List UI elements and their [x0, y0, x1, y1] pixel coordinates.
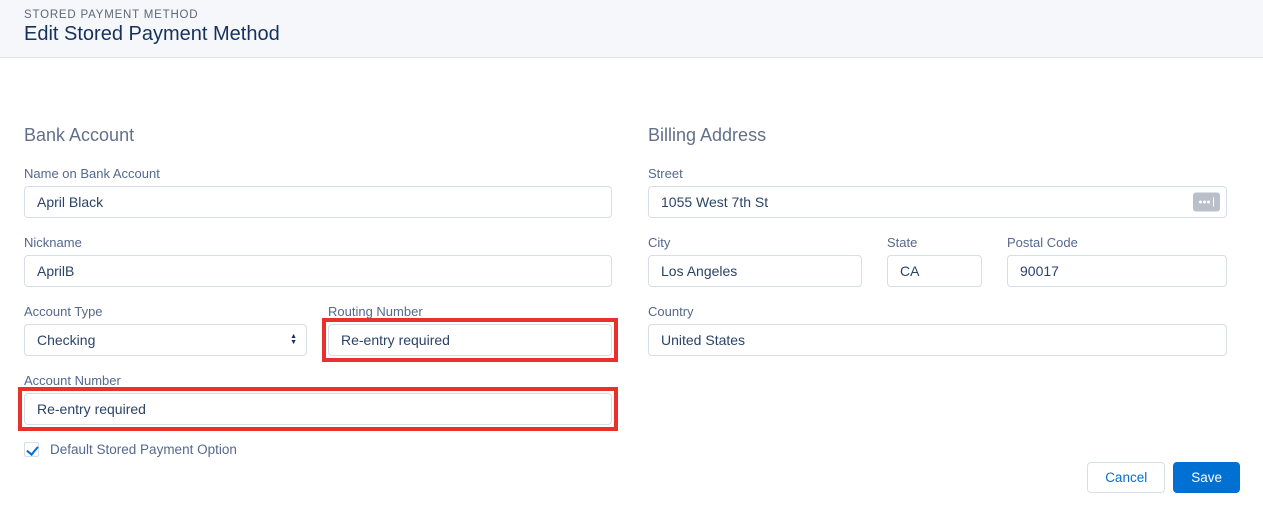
country-label: Country — [648, 304, 1227, 319]
nickname-label: Nickname — [24, 235, 612, 250]
account-type-label: Account Type — [24, 304, 307, 319]
account-number-input[interactable] — [24, 393, 612, 425]
dot — [1199, 201, 1202, 204]
save-button[interactable]: Save — [1173, 462, 1240, 493]
street-input[interactable] — [648, 186, 1227, 218]
postal-code-field: Postal Code — [1007, 235, 1227, 287]
routing-number-field: Routing Number — [328, 304, 612, 356]
default-stored-payment-option-row: Default Stored Payment Option — [24, 442, 612, 457]
billing-address-section-title: Billing Address — [648, 124, 1227, 146]
account-type-field: Account Type Checking ▲ ▼ — [24, 304, 307, 356]
form-actions: Cancel Save — [0, 462, 1263, 518]
account-number-label: Account Number — [24, 373, 612, 388]
routing-number-input[interactable] — [328, 324, 612, 356]
account-type-selected-value: Checking — [37, 332, 95, 348]
name-on-bank-account-input[interactable] — [24, 186, 612, 218]
dot — [1207, 201, 1210, 204]
bank-account-section-title: Bank Account — [24, 124, 612, 146]
select-stepper-icon: ▲ ▼ — [290, 334, 297, 346]
state-field: State — [887, 235, 982, 287]
routing-number-highlight-box — [322, 318, 618, 362]
name-on-bank-account-label: Name on Bank Account — [24, 166, 612, 181]
nickname-input[interactable] — [24, 255, 612, 287]
default-stored-payment-option-checkbox[interactable] — [24, 442, 39, 457]
city-field: City — [648, 235, 862, 287]
nickname-field: Nickname — [24, 235, 612, 287]
caret-down-icon: ▼ — [290, 340, 297, 346]
name-on-bank-account-field: Name on Bank Account — [24, 166, 612, 218]
postal-code-input[interactable] — [1007, 255, 1227, 287]
state-label: State — [887, 235, 982, 250]
city-label: City — [648, 235, 862, 250]
entity-eyebrow: STORED PAYMENT METHOD — [24, 9, 1239, 21]
country-field: Country — [648, 304, 1227, 356]
routing-number-label: Routing Number — [328, 304, 612, 319]
postal-code-label: Postal Code — [1007, 235, 1227, 250]
ellipsis-cursor-icon[interactable] — [1193, 193, 1220, 212]
account-number-highlight-box — [18, 387, 618, 431]
city-input[interactable] — [648, 255, 862, 287]
account-type-select[interactable]: Checking ▲ ▼ — [24, 324, 307, 356]
dot — [1203, 201, 1206, 204]
country-input[interactable] — [648, 324, 1227, 356]
account-number-field: Account Number — [24, 373, 612, 431]
edit-form: Bank Account Name on Bank Account Nickna… — [0, 58, 1263, 462]
state-input[interactable] — [887, 255, 982, 287]
cursor-bar — [1213, 198, 1215, 207]
page-title: Edit Stored Payment Method — [24, 23, 1239, 46]
street-label: Street — [648, 166, 1227, 181]
page-header: STORED PAYMENT METHOD Edit Stored Paymen… — [0, 0, 1263, 58]
billing-address-section: Billing Address Street City State — [648, 124, 1227, 462]
default-stored-payment-option-label: Default Stored Payment Option — [50, 442, 237, 457]
bank-account-section: Bank Account Name on Bank Account Nickna… — [24, 124, 612, 462]
street-field: Street — [648, 166, 1227, 218]
cancel-button[interactable]: Cancel — [1087, 462, 1165, 493]
